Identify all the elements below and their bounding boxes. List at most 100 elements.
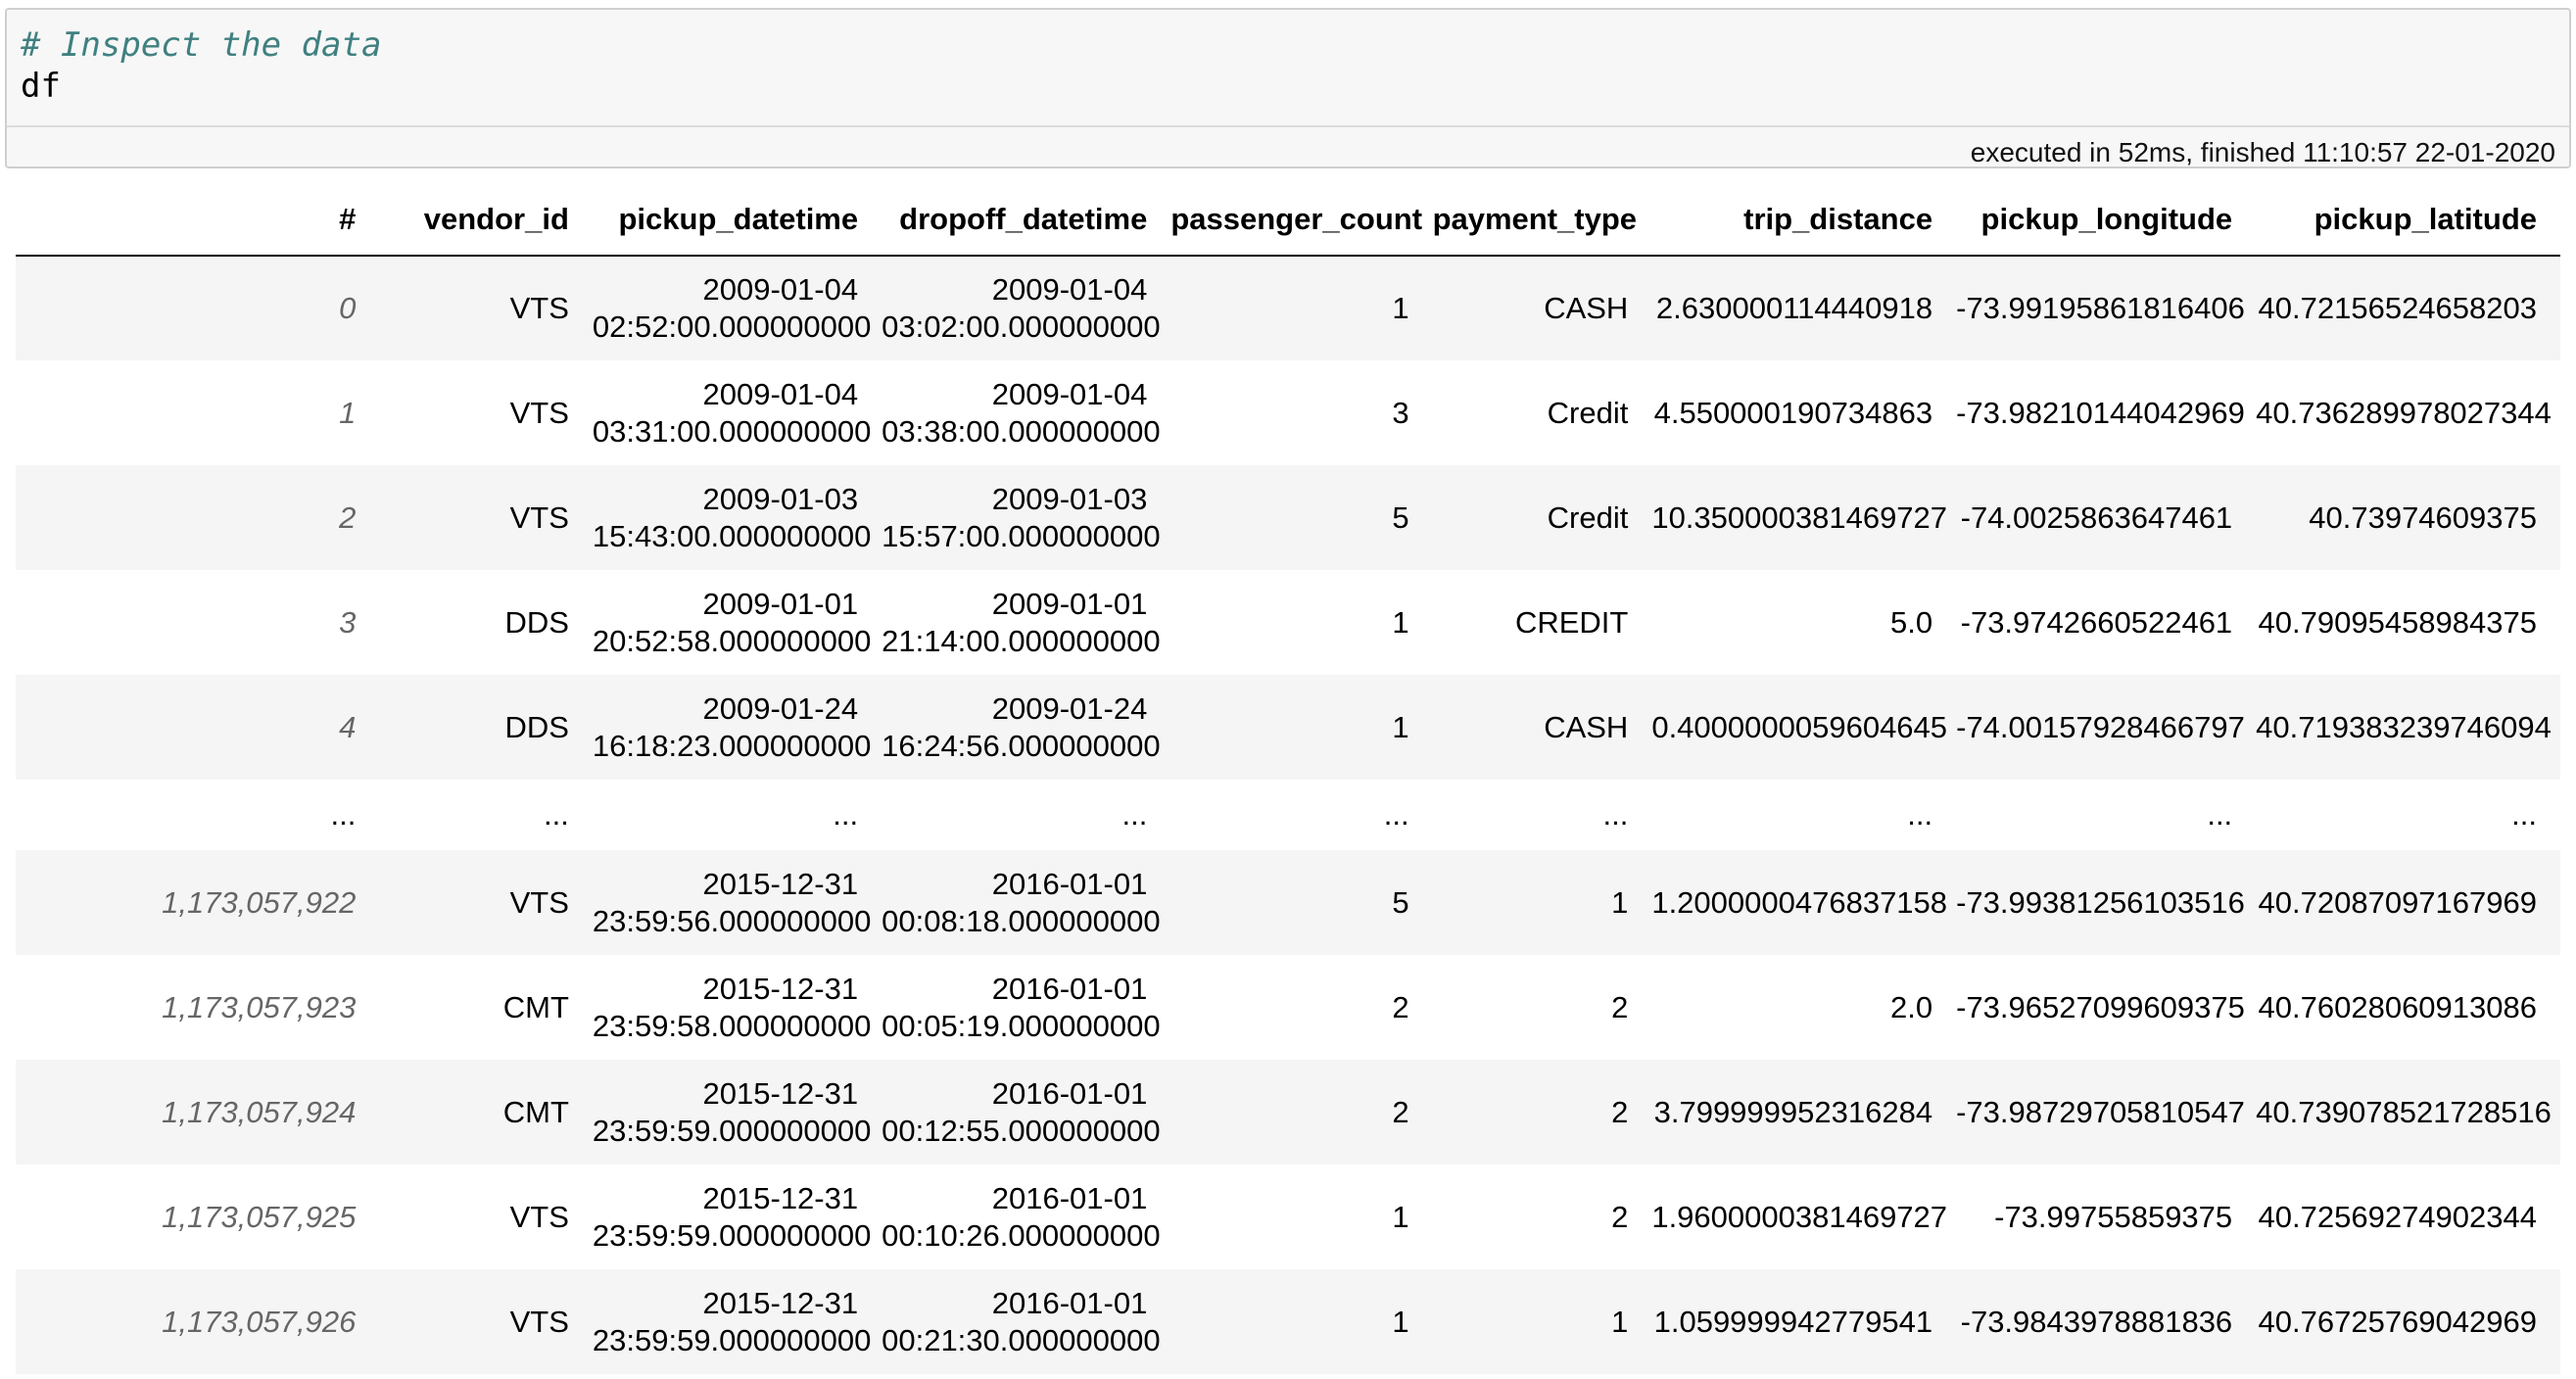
pickup-time: 23:59:59.000000000 xyxy=(592,1322,872,1357)
dropoff-datetime-cell: 2016-01-01 00:21:30.000000000 xyxy=(882,1269,1170,1374)
dropoff-date: 2009-01-01 xyxy=(991,586,1148,621)
dropoff-datetime-cell: 2009-01-04 03:38:00.000000000 xyxy=(882,360,1170,465)
code-comment: # Inspect the data xyxy=(21,25,382,65)
pickup-date: 2009-01-04 xyxy=(702,272,859,307)
column-header-passenger-count: passenger_count xyxy=(1170,184,1433,257)
trip-distance-cell: 1.059999942779541 xyxy=(1653,1304,1933,1339)
code-source: df xyxy=(21,67,61,106)
payment-type-cell: CASH xyxy=(1544,709,1629,744)
dropoff-time: 00:10:26.000000000 xyxy=(882,1217,1161,1253)
vendor-id-cell: VTS xyxy=(509,1304,569,1339)
pickup-latitude-cell: 40.719383239746094 xyxy=(2256,709,2552,744)
passenger-count-cell: 3 xyxy=(1392,395,1409,430)
table-row: 1,173,057,922 VTS 2015-12-31 23:59:56.000… xyxy=(16,850,2560,955)
dropoff-datetime-cell: 2009-01-03 15:57:00.000000000 xyxy=(882,465,1170,570)
trip-distance-cell: 3.799999952316284 xyxy=(1653,1094,1933,1129)
column-header-pickup-datetime: pickup_datetime xyxy=(592,184,883,257)
dropoff-datetime-cell: 2016-01-01 00:10:26.000000000 xyxy=(882,1165,1170,1269)
passenger-count-cell: 5 xyxy=(1392,884,1409,920)
vendor-id-cell: VTS xyxy=(509,395,569,430)
table-header-row: # vendor_id pickup_datetime dropoff_date… xyxy=(16,184,2560,257)
pickup-longitude-cell: -73.9843978881836 xyxy=(1960,1304,2233,1339)
passenger-count-cell: 1 xyxy=(1392,291,1409,325)
table-row: 4 DDS 2009-01-24 16:18:23.000000000 2009-… xyxy=(16,675,2560,780)
dropoff-date: 2016-01-01 xyxy=(991,971,1148,1006)
pickup-latitude-cell: 40.72569274902344 xyxy=(2258,1199,2537,1234)
code-editor[interactable]: # Inspect the data df xyxy=(7,10,2569,125)
vendor-id-cell: DDS xyxy=(504,604,569,640)
payment-type-cell: Credit xyxy=(1547,395,1629,430)
pickup-date: 2015-12-31 xyxy=(702,1285,859,1320)
dropoff-time: 15:57:00.000000000 xyxy=(882,518,1161,553)
pickup-datetime-cell: 2015-12-31 23:59:59.000000000 xyxy=(593,1165,882,1269)
pickup-date: 2015-12-31 xyxy=(702,866,859,901)
pickup-datetime-cell: 2009-01-01 20:52:58.000000000 xyxy=(593,570,882,675)
trip-distance-cell: 5.0 xyxy=(1889,604,1933,640)
trip-distance-cell: 0.4000000059604645 xyxy=(1651,709,1948,744)
pickup-datetime-cell: 2015-12-31 23:59:58.000000000 xyxy=(593,955,882,1060)
table-row: 1,173,057,926 VTS 2015-12-31 23:59:59.000… xyxy=(16,1269,2560,1374)
pickup-date: 2009-01-24 xyxy=(702,690,859,726)
code-cell[interactable]: # Inspect the data df executed in 52ms, … xyxy=(5,8,2571,168)
row-index: 1 xyxy=(339,395,357,430)
vendor-id-cell: VTS xyxy=(509,499,569,535)
dropoff-datetime-cell: 2009-01-01 21:14:00.000000000 xyxy=(882,570,1170,675)
ellipsis-cell: ... xyxy=(2511,797,2537,832)
row-index: 2 xyxy=(339,499,357,535)
row-index: 0 xyxy=(339,291,357,325)
pickup-date: 2015-12-31 xyxy=(702,1180,859,1215)
pickup-time: 23:59:56.000000000 xyxy=(592,903,872,938)
pickup-time: 15:43:00.000000000 xyxy=(592,518,872,553)
dropoff-date: 2016-01-01 xyxy=(991,1180,1148,1215)
table-row: 1 VTS 2009-01-04 03:31:00.000000000 2009-… xyxy=(16,360,2560,465)
table-body: 0 VTS 2009-01-04 02:52:00.000000000 2009-… xyxy=(16,256,2560,1374)
dropoff-datetime-cell: 2016-01-01 00:12:55.000000000 xyxy=(882,1060,1170,1165)
pickup-date: 2009-01-04 xyxy=(702,376,859,411)
vendor-id-cell: VTS xyxy=(509,1199,569,1234)
pickup-latitude-cell: 40.73974609375 xyxy=(2309,499,2537,535)
pickup-latitude-cell: 40.72087097167969 xyxy=(2258,884,2537,920)
pickup-longitude-cell: -73.99381256103516 xyxy=(1956,884,2245,920)
pickup-latitude-cell: 40.76028060913086 xyxy=(2258,989,2537,1024)
vendor-id-cell: VTS xyxy=(509,884,569,920)
row-index: 1,173,057,923 xyxy=(162,989,357,1024)
ellipsis-cell: ... xyxy=(1383,797,1409,832)
pickup-datetime-cell: 2009-01-24 16:18:23.000000000 xyxy=(593,675,882,780)
trip-distance-cell: 1.2000000476837158 xyxy=(1651,884,1948,920)
dropoff-date: 2009-01-03 xyxy=(991,481,1148,516)
execution-status: executed in 52ms, finished 11:10:57 22-0… xyxy=(1970,137,2555,167)
vendor-id-cell: CMT xyxy=(502,989,569,1024)
column-header-pickup-longitude: pickup_longitude xyxy=(1956,184,2257,257)
row-index: 1,173,057,924 xyxy=(162,1094,357,1129)
passenger-count-cell: 1 xyxy=(1392,709,1409,744)
trip-distance-cell: 2.630000114440918 xyxy=(1655,291,1933,325)
ellipsis-row: ... ... ... ... ... ... ... ... ... xyxy=(16,780,2560,850)
pickup-time: 23:59:59.000000000 xyxy=(592,1217,872,1253)
table-row: 1,173,057,925 VTS 2015-12-31 23:59:59.000… xyxy=(16,1165,2560,1269)
ellipsis-cell: ... xyxy=(544,797,569,832)
payment-type-cell: 1 xyxy=(1611,1304,1629,1339)
pickup-date: 2015-12-31 xyxy=(702,1075,859,1111)
ellipsis-cell: ... xyxy=(2207,797,2233,832)
vendor-id-cell: CMT xyxy=(502,1094,569,1129)
pickup-time: 03:31:00.000000000 xyxy=(592,413,872,449)
row-index: 1,173,057,926 xyxy=(162,1304,357,1339)
vendor-id-cell: VTS xyxy=(509,291,569,325)
dataframe-table: # vendor_id pickup_datetime dropoff_date… xyxy=(16,184,2560,1374)
passenger-count-cell: 1 xyxy=(1392,1199,1409,1234)
trip-distance-cell: 10.350000381469727 xyxy=(1651,499,1948,535)
column-header-vendor-id: vendor_id xyxy=(379,184,593,257)
passenger-count-cell: 2 xyxy=(1392,1094,1409,1129)
pickup-time: 23:59:59.000000000 xyxy=(592,1113,872,1148)
pickup-date: 2009-01-03 xyxy=(702,481,859,516)
row-index: 3 xyxy=(339,604,357,640)
ellipsis-cell: ... xyxy=(330,797,357,832)
pickup-time: 20:52:58.000000000 xyxy=(592,623,872,658)
dropoff-time: 00:21:30.000000000 xyxy=(882,1322,1161,1357)
dropoff-date: 2016-01-01 xyxy=(991,1075,1148,1111)
column-header-trip-distance: trip_distance xyxy=(1651,184,1957,257)
dropoff-date: 2009-01-04 xyxy=(991,272,1148,307)
vendor-id-cell: DDS xyxy=(504,709,569,744)
dropoff-date: 2016-01-01 xyxy=(991,1285,1148,1320)
payment-type-cell: 1 xyxy=(1611,884,1629,920)
